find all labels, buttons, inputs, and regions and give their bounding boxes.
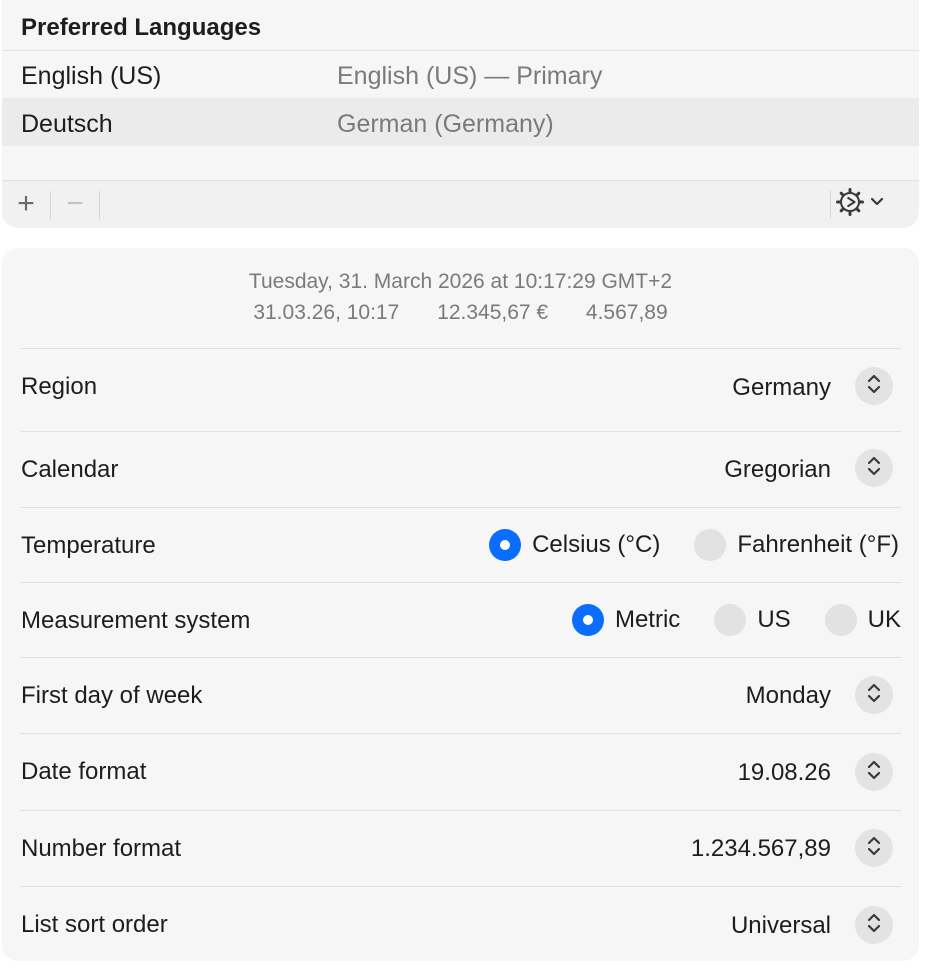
- radio-metric[interactable]: Metric: [571, 604, 681, 636]
- preview-full-date: Tuesday, 31. March 2026 at 10:17:29 GMT+…: [248, 270, 673, 293]
- radio-us[interactable]: US: [714, 604, 791, 636]
- region-popup-button[interactable]: [855, 367, 893, 405]
- radio-label: UK: [867, 606, 901, 633]
- chevron-down-icon: [869, 195, 885, 213]
- preview-number: 4.567,89: [585, 301, 668, 324]
- language-name: Deutsch: [21, 110, 113, 138]
- temperature-radio-group: Celsius (°C) Fahrenheit (°F): [455, 529, 899, 561]
- list-sort-order-label: List sort order: [21, 911, 168, 938]
- measurement-radio-group: Metric US UK: [538, 604, 901, 636]
- region-settings-panel: Tuesday, 31. March 2026 at 10:17:29 GMT+…: [2, 248, 919, 961]
- date-format-label: Date format: [21, 758, 147, 785]
- radio-button[interactable]: [694, 529, 727, 561]
- up-down-chevron-icon: [866, 454, 882, 483]
- calendar-row: Calendar Gregorian: [20, 431, 901, 508]
- number-format-value[interactable]: 1.234.567,89: [691, 835, 831, 863]
- radio-celsius[interactable]: Celsius (°C): [489, 529, 660, 561]
- calendar-value[interactable]: Gregorian: [724, 456, 831, 484]
- up-down-chevron-icon: [866, 834, 882, 863]
- radio-label: Metric: [614, 606, 681, 633]
- up-down-chevron-icon: [866, 911, 882, 940]
- measurement-system-row: Measurement system Metric US UK: [20, 582, 901, 658]
- language-name: English (US): [21, 62, 162, 90]
- radio-button-selected[interactable]: [489, 529, 522, 561]
- measurement-system-label: Measurement system: [21, 607, 251, 634]
- remove-language-button[interactable]: −: [51, 181, 99, 227]
- languages-toolbar: + −: [2, 180, 919, 228]
- date-format-row: Date format 19.08.26: [20, 733, 901, 811]
- toolbar-divider: [830, 191, 831, 219]
- radio-label: Celsius (°C): [532, 531, 661, 558]
- preview-short-date: 31.03.26, 10:17: [253, 301, 400, 324]
- radio-uk[interactable]: UK: [824, 604, 901, 636]
- temperature-label: Temperature: [21, 532, 156, 559]
- radio-button-selected[interactable]: [571, 604, 604, 636]
- languages-title: Preferred Languages: [21, 14, 262, 41]
- language-row-english[interactable]: English (US) English (US) — Primary: [2, 50, 919, 98]
- language-description: English (US) — Primary: [337, 62, 603, 90]
- date-format-popup-button[interactable]: [855, 753, 893, 791]
- first-day-of-week-value[interactable]: Monday: [746, 682, 831, 710]
- add-language-button[interactable]: +: [2, 181, 50, 227]
- up-down-chevron-icon: [866, 372, 882, 401]
- up-down-chevron-icon: [866, 681, 882, 710]
- format-preview: Tuesday, 31. March 2026 at 10:17:29 GMT+…: [2, 248, 919, 348]
- calendar-label: Calendar: [21, 456, 119, 483]
- date-format-value[interactable]: 19.08.26: [738, 759, 831, 787]
- up-down-chevron-icon: [866, 758, 882, 787]
- temperature-row: Temperature Celsius (°C) Fahrenheit (°F): [20, 507, 901, 583]
- calendar-popup-button[interactable]: [855, 449, 893, 487]
- first-day-popup-button[interactable]: [855, 676, 893, 714]
- list-sort-order-value[interactable]: Universal: [731, 912, 831, 940]
- number-format-popup-button[interactable]: [855, 829, 893, 867]
- region-label: Region: [21, 373, 98, 400]
- list-sort-order-row: List sort order Universal: [20, 886, 901, 962]
- sort-order-popup-button[interactable]: [855, 906, 893, 944]
- preview-currency: 12.345,67 €: [437, 301, 549, 324]
- languages-header: Preferred Languages: [2, 0, 919, 51]
- radio-label: Fahrenheit (°F): [737, 531, 899, 558]
- first-day-of-week-label: First day of week: [21, 682, 203, 709]
- radio-button[interactable]: [714, 604, 747, 636]
- toolbar-divider: [99, 191, 100, 219]
- first-day-of-week-row: First day of week Monday: [20, 657, 901, 734]
- preview-short-values: 31.03.26, 10:17 12.345,67 € 4.567,89: [2, 301, 919, 325]
- region-value[interactable]: Germany: [732, 374, 831, 402]
- radio-button[interactable]: [824, 604, 857, 636]
- gear-icon: [835, 187, 865, 222]
- number-format-label: Number format: [21, 835, 182, 862]
- language-row-deutsch[interactable]: Deutsch German (Germany): [2, 98, 919, 146]
- language-description: German (Germany): [337, 110, 554, 138]
- preferred-languages-panel: Preferred Languages English (US) English…: [2, 0, 919, 228]
- region-row: Region Germany: [20, 348, 901, 432]
- radio-label: US: [757, 606, 791, 633]
- radio-fahrenheit[interactable]: Fahrenheit (°F): [694, 529, 899, 561]
- number-format-row: Number format 1.234.567,89: [20, 810, 901, 887]
- action-menu-button[interactable]: [835, 187, 895, 222]
